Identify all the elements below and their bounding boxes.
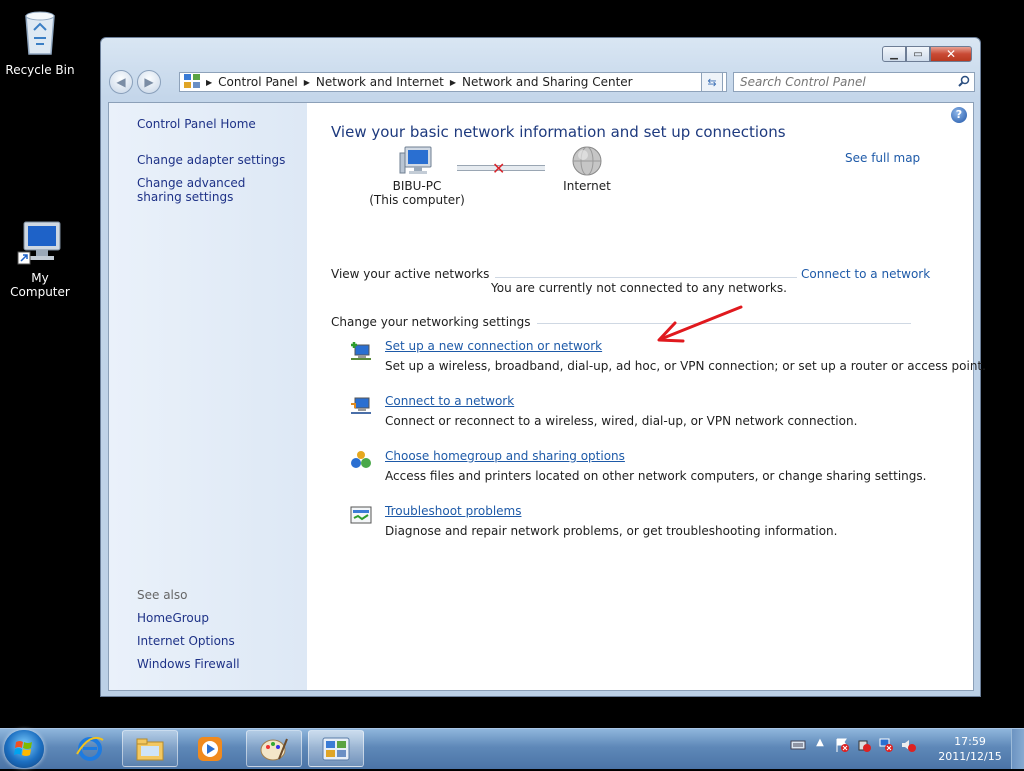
taskbar-windows-explorer[interactable] — [122, 730, 178, 767]
sidebar-change-adapter-settings[interactable]: Change adapter settings — [137, 153, 297, 167]
task-description: Set up a wireless, broadband, dial-up, a… — [385, 359, 986, 373]
breadcrumb-separator-icon: ▶ — [303, 77, 310, 87]
task-description: Diagnose and repair network problems, or… — [385, 524, 838, 538]
show-hidden-icons-icon[interactable]: ▲ — [812, 737, 828, 753]
clock-time: 17:59 — [954, 735, 986, 748]
computer-icon — [0, 218, 80, 269]
recycle-bin-icon — [0, 8, 80, 61]
system-tray: ▲ — [790, 737, 916, 753]
connect-to-network-link[interactable]: Connect to a network — [797, 267, 931, 281]
address-bar[interactable]: ▶ Control Panel ▶ Network and Internet ▶… — [179, 72, 727, 92]
close-button[interactable]: ✕ — [930, 46, 972, 62]
network-disconnected-icon[interactable] — [878, 737, 894, 753]
this-computer-node[interactable]: BIBU-PC (This computer) — [367, 145, 467, 207]
homegroup-sharing-link[interactable]: Choose homegroup and sharing options — [385, 449, 625, 463]
not-connected-text: You are currently not connected to any n… — [491, 281, 787, 295]
setup-connection-link[interactable]: Set up a new connection or network — [385, 339, 602, 353]
show-desktop-button[interactable] — [1011, 729, 1024, 769]
paint-icon — [260, 738, 288, 760]
network-sharing-center-window: ▁ ▭ ✕ ◀ ▶ ▶ Control Panel ▶ Network and … — [100, 37, 986, 697]
clock-date: 2011/12/15 — [938, 750, 1002, 763]
internet-label: Internet — [563, 179, 611, 193]
page-title: View your basic network information and … — [331, 123, 786, 141]
task-description: Access files and printers located on oth… — [385, 469, 927, 483]
troubleshoot-icon — [349, 504, 373, 528]
task-connect-network: Connect to a network Connect or reconnec… — [349, 394, 919, 434]
volume-muted-icon[interactable] — [900, 737, 916, 753]
disconnected-x-icon[interactable]: ✕ — [492, 159, 505, 178]
caption-buttons: ▁ ▭ ✕ — [882, 46, 972, 62]
computer-subtitle: (This computer) — [369, 193, 465, 207]
internet-node[interactable]: Internet — [557, 145, 617, 193]
desktop-icon-my-computer[interactable]: My Computer — [0, 218, 80, 299]
sidebar-homegroup[interactable]: HomeGroup — [137, 611, 297, 625]
breadcrumb-separator-icon: ▶ — [449, 77, 457, 87]
internet-explorer-icon — [76, 736, 104, 761]
taskbar-media-player[interactable] — [182, 730, 238, 767]
minimize-button[interactable]: ▁ — [882, 46, 906, 62]
troubleshoot-link[interactable]: Troubleshoot problems — [385, 504, 521, 518]
computer-icon — [367, 145, 467, 179]
taskbar-paint[interactable] — [246, 730, 302, 767]
media-player-icon — [198, 736, 222, 761]
power-plug-icon[interactable] — [856, 737, 872, 753]
new-connection-icon — [349, 339, 373, 363]
desktop-icon-label: Recycle Bin — [5, 63, 75, 77]
action-center-flag-icon[interactable] — [834, 737, 850, 753]
connect-network-icon — [349, 394, 373, 418]
search-input[interactable] — [734, 74, 952, 90]
breadcrumb-network-internet[interactable]: Network and Internet — [312, 75, 448, 89]
task-description: Connect or reconnect to a wireless, wire… — [385, 414, 858, 428]
desktop-icon-recycle-bin[interactable]: Recycle Bin — [0, 8, 80, 77]
sidebar: Control Panel Home Change adapter settin… — [109, 103, 307, 690]
navigation-bar: ◀ ▶ ▶ Control Panel ▶ Network and Intern… — [109, 70, 975, 94]
see-full-map-link[interactable]: See full map — [845, 151, 920, 165]
back-button[interactable]: ◀ — [109, 70, 133, 94]
sidebar-internet-options[interactable]: Internet Options — [137, 634, 297, 648]
content-area: Control Panel Home Change adapter settin… — [108, 102, 986, 691]
task-setup-connection: Set up a new connection or network Set u… — [349, 339, 986, 379]
windows-logo-icon — [14, 741, 32, 756]
change-settings-title: Change your networking settings — [331, 315, 537, 329]
system-clock[interactable]: 17:59 2011/12/15 — [930, 734, 1010, 764]
search-icon[interactable] — [958, 75, 970, 90]
folder-icon — [136, 738, 164, 760]
sidebar-control-panel-home[interactable]: Control Panel Home — [137, 117, 297, 131]
start-button[interactable] — [4, 730, 44, 768]
maximize-button[interactable]: ▭ — [906, 46, 930, 62]
sidebar-change-advanced-sharing[interactable]: Change advanced sharing settings — [137, 176, 287, 204]
see-also-title: See also — [137, 588, 188, 602]
active-networks-title: View your active networks — [331, 267, 496, 281]
annotation-arrow-icon — [657, 305, 743, 343]
task-homegroup: Choose homegroup and sharing options Acc… — [349, 449, 926, 489]
task-troubleshoot: Troubleshoot problems Diagnose and repai… — [349, 504, 919, 544]
globe-icon — [557, 145, 617, 179]
breadcrumb-control-panel[interactable]: Control Panel — [214, 75, 302, 89]
control-panel-icon — [180, 73, 204, 91]
breadcrumb-separator-icon: ▶ — [206, 77, 213, 87]
homegroup-icon — [349, 449, 373, 473]
taskbar: ▲ 17:59 2011/12/15 — [0, 728, 1024, 769]
breadcrumb-network-sharing-center[interactable]: Network and Sharing Center — [458, 75, 637, 89]
keyboard-icon[interactable] — [790, 737, 806, 753]
taskbar-control-panel[interactable] — [308, 730, 364, 767]
sidebar-windows-firewall[interactable]: Windows Firewall — [137, 657, 297, 671]
desktop-icon-label: My Computer — [10, 271, 70, 299]
connect-network-task-link[interactable]: Connect to a network — [385, 394, 514, 408]
main-panel: View your basic network information and … — [331, 103, 986, 690]
refresh-button[interactable]: ⇆ — [701, 72, 723, 92]
forward-button[interactable]: ▶ — [137, 70, 161, 94]
taskbar-internet-explorer[interactable] — [62, 730, 118, 767]
search-box[interactable] — [733, 72, 975, 92]
computer-name: BIBU-PC — [392, 179, 442, 193]
control-panel-icon — [322, 737, 350, 760]
